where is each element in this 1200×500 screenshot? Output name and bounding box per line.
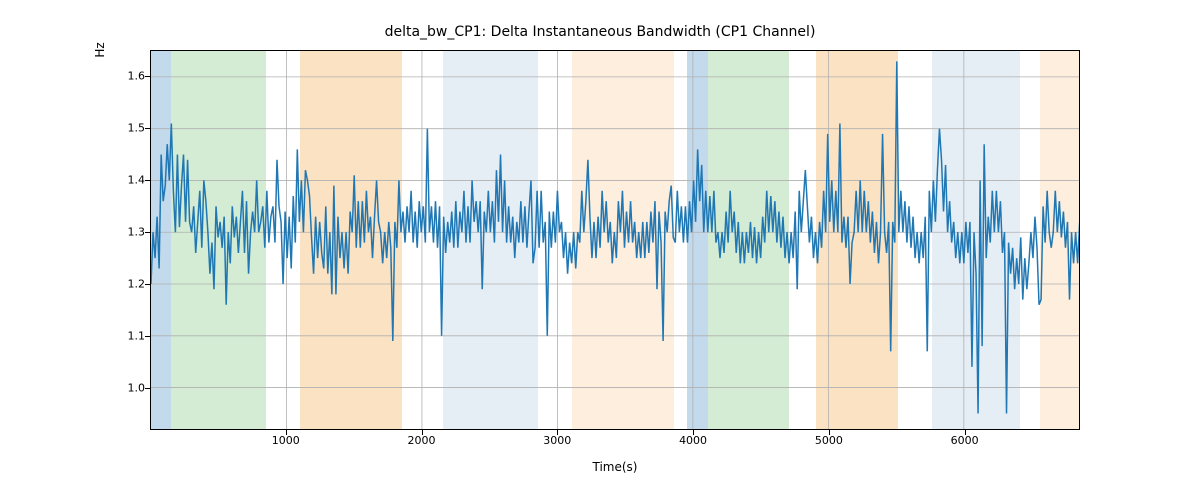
- x-tick-label: 2000: [408, 434, 436, 447]
- plot-svg: [151, 51, 1079, 429]
- y-tick-label: 1.3: [128, 226, 146, 239]
- plot-area: [150, 50, 1080, 430]
- y-tick-mark: [145, 232, 150, 233]
- y-tick-mark: [145, 76, 150, 77]
- x-axis-label: Time(s): [150, 460, 1080, 474]
- y-tick-label: 1.4: [128, 174, 146, 187]
- y-tick-label: 1.1: [128, 330, 146, 343]
- line-series: [151, 61, 1079, 413]
- x-tick-label: 1000: [272, 434, 300, 447]
- y-tick-mark: [145, 180, 150, 181]
- y-axis-label: Hz: [93, 0, 107, 240]
- x-tick-label: 6000: [951, 434, 979, 447]
- x-tick-label: 5000: [815, 434, 843, 447]
- y-tick-label: 1.2: [128, 278, 146, 291]
- x-tick-label: 4000: [679, 434, 707, 447]
- y-tick-label: 1.5: [128, 122, 146, 135]
- y-tick-mark: [145, 336, 150, 337]
- chart-title: delta_bw_CP1: Delta Instantaneous Bandwi…: [0, 24, 1200, 40]
- y-tick-label: 1.0: [128, 382, 146, 395]
- y-tick-mark: [145, 128, 150, 129]
- x-tick-label: 3000: [543, 434, 571, 447]
- y-tick-mark: [145, 388, 150, 389]
- figure: delta_bw_CP1: Delta Instantaneous Bandwi…: [0, 0, 1200, 500]
- y-tick-label: 1.6: [128, 70, 146, 83]
- y-tick-mark: [145, 284, 150, 285]
